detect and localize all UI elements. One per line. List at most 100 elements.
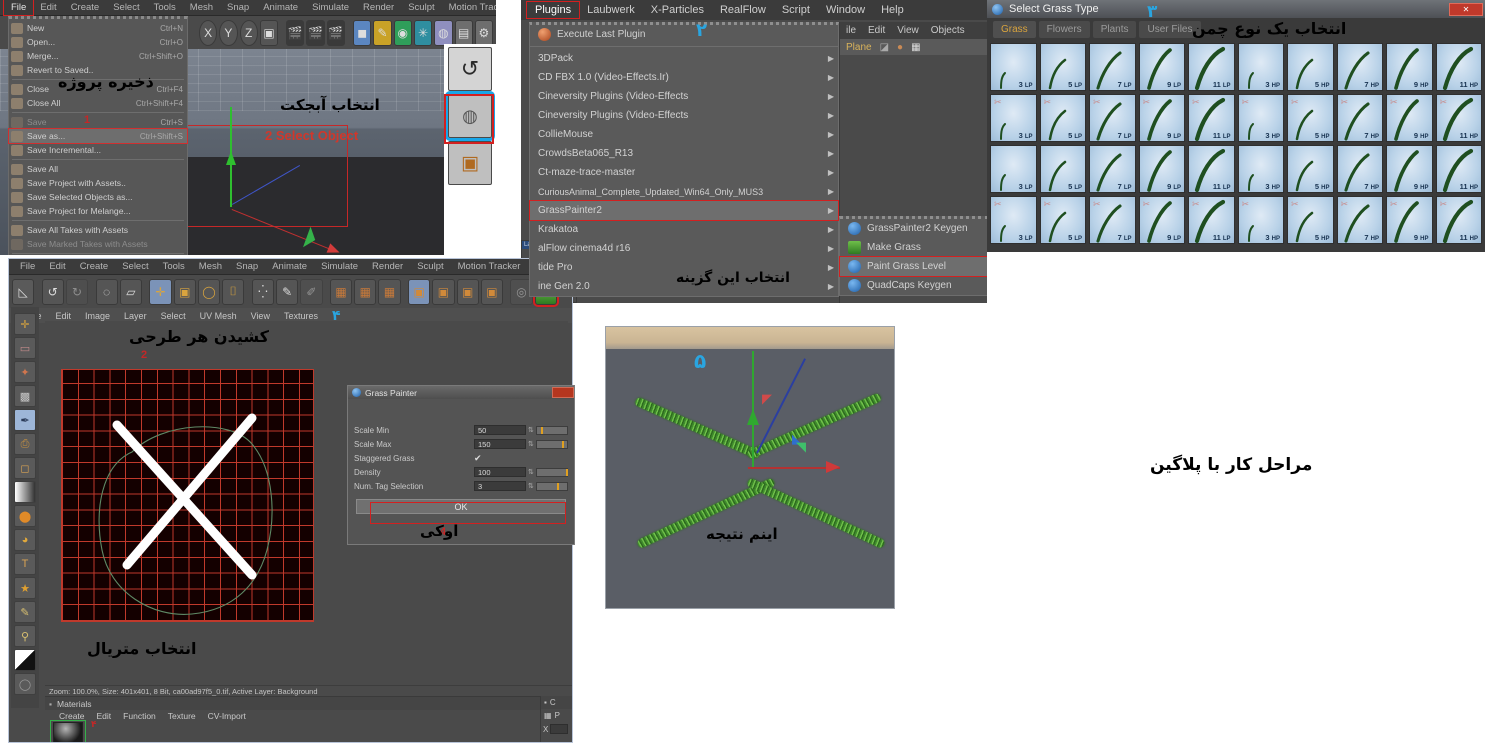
box-select-icon[interactable]: ▱ (119, 278, 142, 305)
plugins-dropdown-menu[interactable]: Execute Last Plugin 3DPack ▶ CD FBX 1.0 (… (529, 22, 839, 297)
input-scale-min[interactable]: 50 (474, 425, 526, 435)
bp-menu-edit[interactable]: Edit (42, 259, 72, 274)
field-staggered-grass[interactable]: Staggered Grass ✔ (348, 451, 574, 465)
edge-mode-icon[interactable]: ▣ (480, 278, 503, 305)
grass-type-cell[interactable]: ✂ 7 LP (1089, 94, 1136, 142)
input-density[interactable]: 100 (474, 467, 526, 477)
texture-axis-icon[interactable]: ▦ (329, 278, 353, 305)
star-shape-icon[interactable]: ★ (14, 577, 36, 599)
grass-type-cell[interactable]: 3 LP (990, 145, 1037, 193)
eraser-icon[interactable]: ◻ (14, 457, 36, 479)
text-tool-icon[interactable]: T (14, 553, 36, 575)
uv-point-icon[interactable]: ▦ (378, 278, 401, 305)
menu-item-file[interactable]: File (2, 0, 35, 16)
checker-select-icon[interactable]: ▩ (14, 385, 36, 407)
plugins-menu-item-grasspainter2[interactable]: GrassPainter2 ▶ (529, 200, 839, 221)
grass-type-cell[interactable]: ✂ 7 HP (1336, 196, 1383, 244)
axis-y-button[interactable]: Y (219, 19, 238, 46)
submenu-item-quadcaps-keygen[interactable]: QuadCaps Keygen (840, 276, 987, 295)
grass-type-cell[interactable]: ✂ 11 HP (1435, 196, 1482, 244)
brush-icon[interactable]: ✒ (14, 409, 36, 431)
coord-x-input[interactable] (550, 724, 569, 734)
environment-icon[interactable]: ◍ (434, 19, 453, 46)
model-mode-icon[interactable]: ▣ (408, 278, 431, 305)
grass-type-cell[interactable]: 5 HP (1287, 145, 1334, 193)
grass-type-cell[interactable]: ✂ 7 LP (1089, 196, 1136, 244)
grass-type-cell[interactable]: 3 HP (1237, 43, 1284, 91)
menu-item-snap[interactable]: Snap (220, 0, 256, 15)
toolbar-bodypaint[interactable]: ◺ ↺ ↻ ◌ ▱ ✛ ▣ ◯ ⌷ ⁛ ✎ ✐ ▦ ▦ ▦ ▣ ▣ ▣ ▣ ◎ … (9, 275, 572, 308)
camera-view-icon[interactable]: ▤ (454, 19, 473, 46)
slider-num-tag-selection[interactable] (535, 481, 568, 491)
menu-item-animate[interactable]: Animate (256, 0, 305, 15)
bodypaint-left-toolbar[interactable]: ✛ ▭ ✦ ▩ ✒ ⎙ ◻ ⬤ ◕ T ★ ✎ ⚲ ◯ (11, 307, 39, 708)
panel-result-viewport[interactable]: ◤ ◣ ◥ ۵ اینم نتیجه (605, 326, 895, 609)
menubar-file-panel[interactable]: File Edit Create Select Tools Mesh Snap … (0, 0, 496, 16)
plugins-menu-item-krakatoa[interactable]: Krakatoa ▶ (530, 220, 838, 239)
undo-icon[interactable]: ↺ (448, 47, 492, 91)
menu-item-laubwerk[interactable]: Laubwerk (579, 2, 643, 18)
fill-bucket-icon[interactable]: ⬤ (14, 505, 36, 527)
object-manager-menubar[interactable]: ile Edit View Objects (840, 22, 987, 39)
grass-type-cell[interactable]: ✂ 9 HP (1386, 196, 1433, 244)
menu-item-window[interactable]: Window (818, 2, 873, 18)
generator-icon[interactable]: ◉ (393, 19, 412, 46)
grass-type-cell[interactable]: 7 LP (1089, 145, 1136, 193)
grass-type-cell[interactable]: 11 LP (1188, 43, 1235, 91)
axis-handle-red[interactable]: ◤ (762, 391, 772, 407)
paint-2d-icon[interactable]: ✐ (300, 278, 323, 305)
bp-sub-edit[interactable]: Edit (56, 311, 72, 321)
grass-type-cell[interactable]: ✂ 9 LP (1138, 94, 1185, 142)
axis-gizmo-y[interactable] (747, 351, 759, 469)
plugins-menu-item-colliemouse[interactable]: CollieMouse ▶ (530, 125, 838, 144)
menubar-plugins-panel[interactable]: Plugins Laubwerk X-Particles RealFlow Sc… (521, 0, 987, 20)
submenu-item-make-grass[interactable]: Make Grass (840, 238, 987, 257)
tab-grass[interactable]: Grass (993, 20, 1036, 38)
grass-type-cell[interactable]: ✂ 7 HP (1336, 94, 1383, 142)
axis-x-button[interactable]: X (199, 19, 218, 46)
objmgr-menu-view[interactable]: View (897, 25, 919, 36)
materials-menu-edit[interactable]: Edit (97, 711, 112, 721)
submenu-item-paint-grass-level[interactable]: Paint Grass Level (839, 256, 987, 277)
bp-menu-sculpt[interactable]: Sculpt (410, 259, 450, 274)
grass-type-cell[interactable]: 5 HP (1287, 43, 1334, 91)
eyedropper-icon[interactable]: ✎ (14, 601, 36, 623)
world-coordinates-icon[interactable]: ▣ (259, 19, 279, 46)
bp-menu-create[interactable]: Create (73, 259, 116, 274)
file-menu-item-save-all-takes[interactable]: Save All Takes with Assets (9, 223, 187, 237)
menu-item-edit[interactable]: Edit (33, 0, 63, 15)
grass-type-cell[interactable]: ✂ 3 HP (1237, 94, 1284, 142)
points-mode-icon[interactable]: ⁛ (251, 278, 274, 305)
axis-gizmo-x[interactable] (748, 462, 840, 472)
checkbox-staggered-grass[interactable]: ✔ (474, 453, 482, 464)
grass-type-cell[interactable]: ✂ 5 HP (1287, 94, 1334, 142)
plugins-menu-item-cineversity-1[interactable]: Cineversity Plugins (Video-Effects ▶ (530, 87, 838, 106)
slider-scale-max[interactable] (535, 439, 568, 449)
stepper-icon[interactable]: ⇅ (528, 482, 534, 490)
object-mode-icon[interactable]: ▣ (432, 278, 455, 305)
rotate-tool-icon[interactable]: ◯ (197, 278, 221, 305)
bp-sub-layer[interactable]: Layer (124, 311, 147, 321)
scale-tool-icon[interactable]: ▣ (173, 278, 196, 305)
field-density[interactable]: Density 100 ⇅ (348, 465, 574, 479)
blur-icon[interactable]: ◕ (14, 529, 36, 551)
plugins-menu-item-realflow-c4d[interactable]: alFlow cinema4d r16 ▶ (530, 239, 838, 258)
grass-type-tabs[interactable]: Grass Flowers Plants User Files انتخاب ی… (987, 18, 1485, 40)
slider-scale-min[interactable] (535, 425, 568, 435)
bp-menu-tools[interactable]: Tools (156, 259, 192, 274)
grass-type-cell[interactable]: ✂ 11 LP (1188, 94, 1235, 142)
grass-type-cell[interactable]: ✂ 3 LP (990, 196, 1037, 244)
bp-menu-file[interactable]: File (13, 259, 42, 274)
close-icon[interactable] (552, 387, 574, 398)
menu-item-x-particles[interactable]: X-Particles (643, 2, 712, 18)
plugins-menu-item-3dpack[interactable]: 3DPack ▶ (530, 49, 838, 68)
stepper-icon[interactable]: ⇅ (528, 426, 534, 434)
bp-menu-motion-tracker[interactable]: Motion Tracker (451, 259, 528, 274)
render-settings-icon[interactable]: 🎬 (326, 19, 346, 46)
menu-item-select[interactable]: Select (106, 0, 146, 15)
materials-menu-function[interactable]: Function (123, 711, 156, 721)
slider-density[interactable] (535, 467, 569, 477)
menu-item-realflow[interactable]: RealFlow (712, 2, 774, 18)
move-tool-icon[interactable]: ✛ (149, 278, 172, 305)
plugins-menu-item-cd-fbx[interactable]: CD FBX 1.0 (Video-Effects.Ir) ▶ (530, 68, 838, 87)
